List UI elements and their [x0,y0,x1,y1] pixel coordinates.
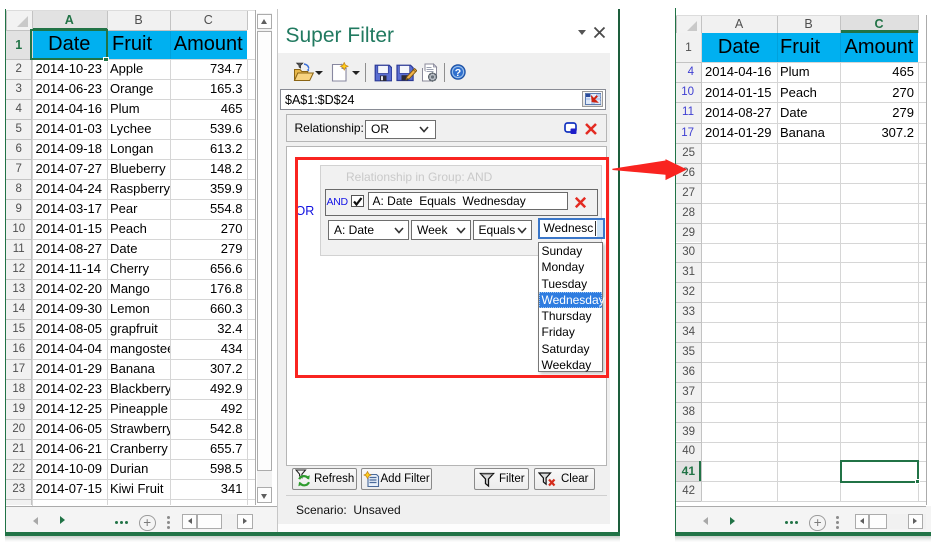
svg-text:?: ? [455,67,461,79]
